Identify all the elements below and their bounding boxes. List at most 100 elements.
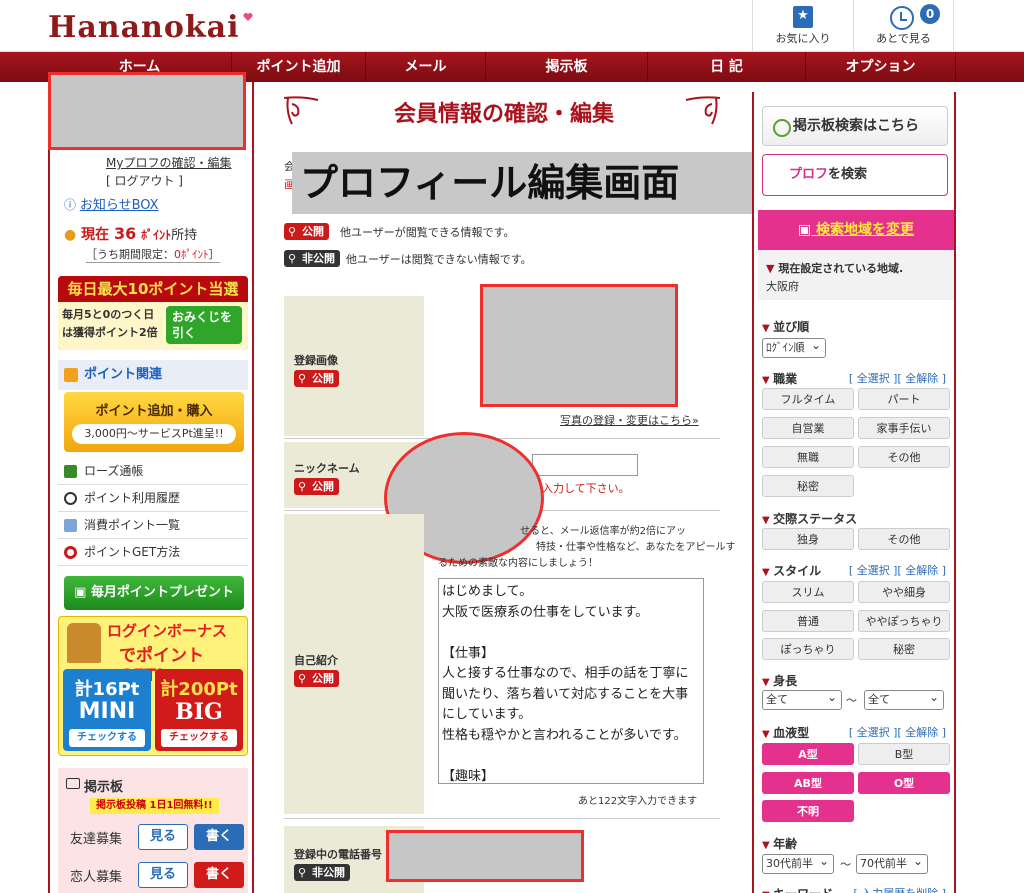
points-icon xyxy=(64,368,78,382)
login-bonus-banner[interactable]: ログインボーナス でポイントGET! 計16Pt MINI チェックする 計20… xyxy=(58,616,248,756)
history-clock-icon xyxy=(64,492,77,505)
style-slightly-plump[interactable]: ややぽっちゃり xyxy=(858,610,950,632)
menu-point-costs[interactable]: 消費ポイント一覧 xyxy=(58,512,248,539)
nav-mail[interactable]: メール xyxy=(366,52,486,82)
coin-icon: ● xyxy=(64,227,77,243)
sort-select[interactable]: ﾛｸﾞｲﾝ順 xyxy=(762,336,826,358)
job-other[interactable]: その他 xyxy=(858,446,950,468)
news-box-link[interactable]: ⓘ お知らせBOX xyxy=(64,194,159,213)
gift-icon: ▣ xyxy=(74,585,87,600)
menu-point-history[interactable]: ポイント利用履歴 xyxy=(58,485,248,512)
nickname-hint: 入力して下さい。 xyxy=(542,482,630,495)
change-area-button[interactable]: ▣ 検索地域を変更 xyxy=(758,210,954,250)
profile-edit-overlay-caption: プロフィール編集画面 xyxy=(292,152,782,214)
menu-get-points[interactable]: ポイントGET方法 xyxy=(58,539,248,566)
friends-see-button[interactable]: 見る xyxy=(138,824,188,850)
style-secret[interactable]: 秘密 xyxy=(858,638,950,660)
job-unemployed[interactable]: 無職 xyxy=(762,446,854,468)
keyword-history-clear[interactable]: [ 入力履歴を削除 ] xyxy=(853,885,946,893)
nav-add-points[interactable]: ポイント追加 xyxy=(232,52,366,82)
keyword-label: キーワード xyxy=(762,885,833,893)
style-clear-all[interactable]: [ 全解除 ] xyxy=(897,564,946,577)
height-to-select[interactable]: 全て xyxy=(864,688,944,710)
photo-label-cell: 登録画像 公開 xyxy=(284,296,424,436)
board-row-lovers: 恋人募集 見る 書く xyxy=(66,860,248,890)
style-normal[interactable]: 普通 xyxy=(762,610,854,632)
favorites-button[interactable]: お気に入り xyxy=(752,0,853,52)
rel-other[interactable]: その他 xyxy=(858,528,950,550)
nav-options[interactable]: オプション xyxy=(806,52,956,82)
site-logo[interactable]: Hananokai xyxy=(48,10,253,45)
watch-later-button[interactable]: 0 あとで見る xyxy=(853,0,954,52)
blood-select-all[interactable]: [ 全選択 ] xyxy=(849,726,898,739)
style-select-all[interactable]: [ 全選択 ] xyxy=(849,564,898,577)
nav-diary[interactable]: 日 記 xyxy=(648,52,806,82)
blood-unknown[interactable]: 不明 xyxy=(762,800,854,822)
redacted-phone-number xyxy=(386,830,584,882)
friends-write-button[interactable]: 書く xyxy=(194,824,244,850)
points-section-header: ポイント関連 xyxy=(58,360,248,390)
nickname-input[interactable] xyxy=(532,454,638,476)
private-badge: 非公開 xyxy=(284,250,340,267)
blood-clear-all[interactable]: [ 全解除 ] xyxy=(897,726,946,739)
style-slim[interactable]: スリム xyxy=(762,581,854,603)
job-parttime[interactable]: パート xyxy=(858,388,950,410)
brush-icon xyxy=(67,623,101,663)
car-icon: ▣ xyxy=(797,222,812,238)
blood-a[interactable]: A型 xyxy=(762,743,854,765)
current-area-value: 大阪府 xyxy=(766,280,799,293)
big-check-button[interactable]: チェックする xyxy=(161,729,237,747)
photo-change-link[interactable]: 写真の登録・変更はこちら» xyxy=(560,412,699,428)
job-clear-all[interactable]: [ 全解除 ] xyxy=(897,372,946,385)
nav-board[interactable]: 掲示板 xyxy=(486,52,648,82)
buy-points-button[interactable]: ポイント追加・購入 3,000円〜サービスPt進呈!! xyxy=(64,392,244,452)
job-label: 職業 xyxy=(762,370,797,387)
blood-ab[interactable]: AB型 xyxy=(762,772,854,794)
blood-b[interactable]: B型 xyxy=(858,743,950,765)
page-title: 会員情報の確認・編集 xyxy=(393,102,614,127)
rel-single[interactable]: 独身 xyxy=(762,528,854,550)
lovers-see-button[interactable]: 見る xyxy=(138,862,188,888)
points-value: 36 xyxy=(113,224,137,243)
logout-link[interactable]: [ ログアウト ] xyxy=(106,172,183,189)
omikuji-button[interactable]: おみくじを引く xyxy=(166,306,242,344)
omikuji-promo-banner[interactable]: 毎日最大10ポイント当選 毎月5と0のつく日は獲得ポイント2倍 おみくじを引く xyxy=(58,276,248,350)
style-plump[interactable]: ぽっちゃり xyxy=(762,638,854,660)
lovers-write-button[interactable]: 書く xyxy=(194,862,244,888)
style-slender[interactable]: やや細身 xyxy=(858,581,950,603)
height-from-select[interactable]: 全て xyxy=(762,688,842,710)
menu-rose-passbook[interactable]: ローズ通帳 xyxy=(58,458,248,485)
info-icon: ⓘ xyxy=(64,198,77,212)
job-fulltime[interactable]: フルタイム xyxy=(762,388,854,410)
redacted-avatar xyxy=(48,72,246,150)
age-from-select[interactable]: 30代前半 xyxy=(762,852,834,874)
bonus-mini-card[interactable]: 計16Pt MINI チェックする xyxy=(63,669,151,751)
age-to-select[interactable]: 70代前半 xyxy=(856,852,928,874)
monthly-gift-button[interactable]: ▣ 毎月ポイントプレゼント xyxy=(64,576,244,610)
mini-check-button[interactable]: チェックする xyxy=(69,729,145,747)
profile-search-button[interactable]: プロフを検索 xyxy=(762,154,948,196)
job-secret[interactable]: 秘密 xyxy=(762,475,854,497)
relationship-label: 交際ステータス xyxy=(762,510,857,527)
current-area: ▼ 現在設定されている地域. 大阪府 xyxy=(758,250,954,300)
public-description: 他ユーザーが閲覧できる情報です。 xyxy=(340,226,515,239)
remaining-chars: あと122文字入力できます xyxy=(578,796,698,807)
limited-points: ［うち期間限定：0ﾎﾟｲﾝﾄ］ xyxy=(86,248,220,263)
my-profile-link[interactable]: Myプロフの確認・編集 xyxy=(106,154,231,171)
job-homemaker[interactable]: 家事手伝い xyxy=(858,417,950,439)
blood-o[interactable]: O型 xyxy=(858,772,950,794)
style-label: スタイル xyxy=(762,562,821,579)
bonus-big-card[interactable]: 計200Pt BIG チェックする xyxy=(155,669,243,751)
passbook-icon xyxy=(64,465,77,478)
job-self-employed[interactable]: 自営業 xyxy=(762,417,854,439)
board-search-button[interactable]: 掲示板検索はこちら xyxy=(762,106,948,146)
sort-label: 並び順 xyxy=(762,318,809,335)
board-row-friends: 友達募集 見る 書く xyxy=(66,822,248,852)
left-sidebar: Myプロフの確認・編集 [ ログアウト ] ⓘ お知らせBOX ● 現在 36 … xyxy=(48,72,254,893)
self-intro-textarea[interactable]: はじめまして。 大阪で医療系の仕事をしています。 【仕事】 人と接する仕事なので… xyxy=(438,578,704,784)
redacted-profile-photo xyxy=(480,284,678,407)
main-content: 会員情報の確認・編集 会 画 プロフィール編集画面 公開 他ユーザーが閲覧できる… xyxy=(262,82,782,893)
job-select-all[interactable]: [ 全選択 ] xyxy=(849,372,898,385)
watch-later-count-badge: 0 xyxy=(920,4,940,24)
board-section: 掲示板 掲示板投稿 1日1回無料!! 友達募集 見る 書く 恋人募集 見る 書く xyxy=(58,768,248,893)
